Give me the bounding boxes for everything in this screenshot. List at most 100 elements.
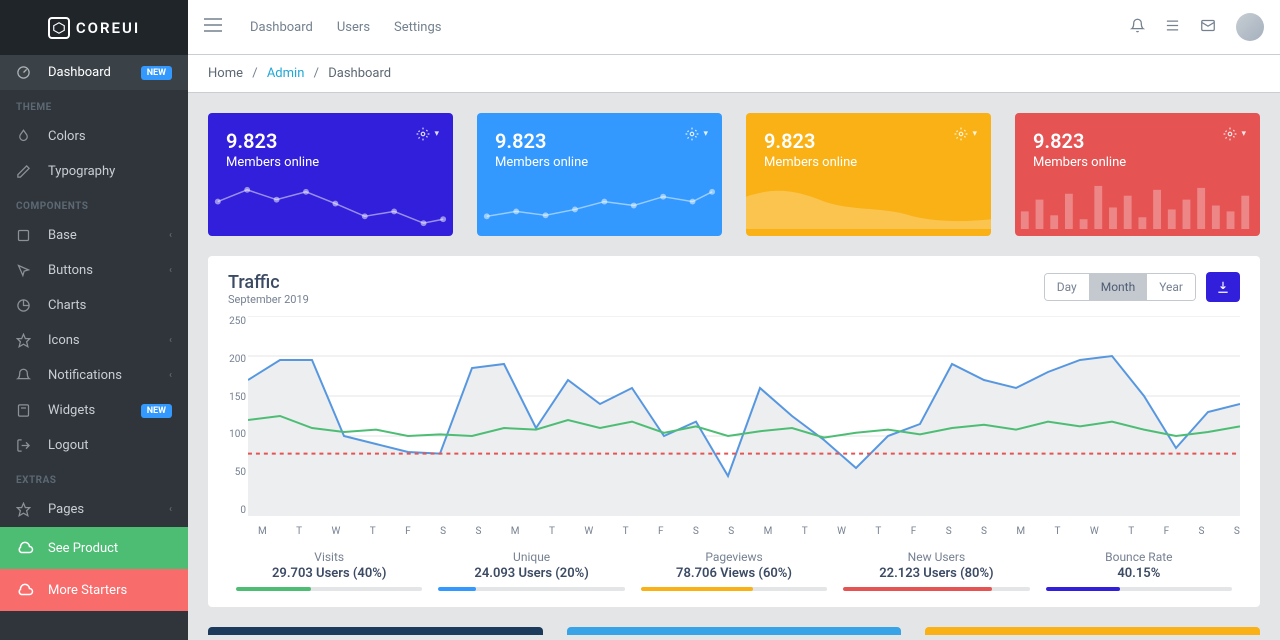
- breadcrumb-admin[interactable]: Admin: [267, 66, 305, 81]
- x-tick: T: [623, 526, 629, 537]
- metric-title: Bounce Rate: [1038, 550, 1240, 564]
- sidebar-item-dashboard[interactable]: Dashboard NEW: [0, 55, 188, 90]
- metric-bar: [641, 587, 827, 591]
- metric-title: Visits: [228, 550, 430, 564]
- sidebar-item-notifications[interactable]: Notifications ‹: [0, 358, 188, 393]
- sidebar-button-more starters[interactable]: More Starters: [0, 569, 188, 611]
- sidebar-item-label: Icons: [48, 333, 80, 348]
- y-tick: 150: [226, 392, 246, 403]
- x-tick: S: [693, 526, 699, 537]
- sidebar-item-logout[interactable]: Logout: [0, 428, 188, 463]
- breadcrumb: Home / Admin / Dashboard: [188, 55, 1280, 93]
- menu-toggle-icon[interactable]: [204, 18, 222, 36]
- x-tick: M: [764, 526, 773, 537]
- breadcrumb-home[interactable]: Home: [208, 66, 243, 81]
- cloud-icon: [16, 581, 34, 599]
- brand[interactable]: COREUI: [0, 0, 188, 55]
- breadcrumb-current: Dashboard: [328, 66, 391, 81]
- sidebar-item-charts[interactable]: Charts: [0, 288, 188, 323]
- caret-down-icon: ▾: [434, 129, 439, 139]
- x-tick: F: [405, 526, 411, 537]
- star-icon: [16, 502, 34, 517]
- cloud-icon: [16, 539, 34, 557]
- sidebar-item-label: Dashboard: [48, 65, 111, 80]
- x-tick: F: [658, 526, 664, 537]
- metric-bar: [438, 587, 624, 591]
- pencil-icon: [16, 164, 34, 179]
- metric-title: Pageviews: [633, 550, 835, 564]
- sidebar-item-colors[interactable]: Colors: [0, 119, 188, 154]
- traffic-panel: Traffic September 2019 DayMonthYear 2502…: [208, 256, 1260, 607]
- card-settings-button[interactable]: ▾: [954, 127, 977, 141]
- nav-section-title: THEME: [0, 90, 188, 119]
- logout-icon: [16, 438, 34, 453]
- x-tick: S: [1199, 526, 1205, 537]
- sidebar-item-pages[interactable]: Pages ‹: [0, 492, 188, 527]
- puzzle-icon: [16, 228, 34, 243]
- traffic-chart: 250200150100500 MTWTFSSMTWTFSSMTWTFSSMTW…: [248, 316, 1240, 536]
- caret-down-icon: ▾: [972, 129, 977, 139]
- chevron-left-icon: ‹: [169, 370, 172, 381]
- metric-bar: [843, 587, 1029, 591]
- chevron-left-icon: ‹: [169, 230, 172, 241]
- header-link-users[interactable]: Users: [337, 20, 370, 35]
- list-icon[interactable]: [1165, 18, 1180, 37]
- card-settings-button[interactable]: ▾: [1223, 127, 1246, 141]
- caret-down-icon: ▾: [703, 129, 708, 139]
- panel-subtitle: September 2019: [228, 293, 309, 306]
- x-tick: S: [1234, 526, 1240, 537]
- x-tick: W: [1090, 526, 1099, 537]
- avatar[interactable]: [1236, 13, 1264, 41]
- x-tick: M: [511, 526, 520, 537]
- sidebar-item-widgets[interactable]: Widgets NEW: [0, 393, 188, 428]
- speedometer-icon: [16, 65, 34, 80]
- sidebar-item-buttons[interactable]: Buttons ‹: [0, 253, 188, 288]
- y-axis-labels: 250200150100500: [226, 316, 246, 516]
- stat-value: 9.823: [764, 129, 973, 153]
- bottom-card: [208, 627, 543, 635]
- sidebar-item-icons[interactable]: Icons ‹: [0, 323, 188, 358]
- mail-icon[interactable]: [1200, 18, 1216, 37]
- metric-value: 29.703 Users (40%): [228, 566, 430, 581]
- card-settings-button[interactable]: ▾: [685, 127, 708, 141]
- chart-svg: [248, 316, 1240, 516]
- stat-value: 9.823: [226, 129, 435, 153]
- x-tick: T: [1055, 526, 1061, 537]
- x-tick: T: [296, 526, 302, 537]
- segment-month[interactable]: Month: [1089, 274, 1147, 300]
- y-tick: 200: [226, 354, 246, 365]
- stat-card-red: ▾ 9.823 Members online: [1015, 113, 1260, 236]
- breadcrumb-sep: /: [314, 66, 319, 81]
- segment-day[interactable]: Day: [1045, 274, 1089, 300]
- metric-value: 78.706 Views (60%): [633, 566, 835, 581]
- header: Dashboard Users Settings: [188, 0, 1280, 55]
- segment-year[interactable]: Year: [1147, 274, 1195, 300]
- header-right: [1130, 13, 1264, 41]
- metric-title: New Users: [835, 550, 1037, 564]
- caret-down-icon: ▾: [1241, 129, 1246, 139]
- x-tick: W: [837, 526, 846, 537]
- sidebar-button-label: See Product: [48, 541, 118, 556]
- main: Dashboard Users Settings Home / Admin / Da…: [188, 0, 1280, 640]
- header-link-dashboard[interactable]: Dashboard: [250, 20, 313, 35]
- x-tick: S: [475, 526, 481, 537]
- sidebar-button-see product[interactable]: See Product: [0, 527, 188, 569]
- stat-card-orange: ▾ 9.823 Members online: [746, 113, 991, 236]
- header-nav: Dashboard Users Settings: [250, 20, 442, 35]
- stat-label: Members online: [1033, 155, 1242, 170]
- metric-title: Unique: [430, 550, 632, 564]
- sidebar-item-typography[interactable]: Typography: [0, 154, 188, 189]
- bell-icon[interactable]: [1130, 18, 1145, 37]
- panel-head: Traffic September 2019 DayMonthYear: [228, 272, 1240, 306]
- y-tick: 100: [226, 429, 246, 440]
- sidebar-item-base[interactable]: Base ‹: [0, 218, 188, 253]
- header-link-settings[interactable]: Settings: [394, 20, 441, 35]
- sparkline: [1015, 182, 1260, 230]
- x-tick: M: [258, 526, 267, 537]
- card-settings-button[interactable]: ▾: [416, 127, 439, 141]
- x-tick: T: [549, 526, 555, 537]
- chevron-left-icon: ‹: [169, 504, 172, 515]
- x-axis-labels: MTWTFSSMTWTFSSMTWTFSSMTWTFSS: [258, 520, 1240, 537]
- sidebar-button-label: More Starters: [48, 583, 127, 598]
- download-button[interactable]: [1206, 272, 1240, 302]
